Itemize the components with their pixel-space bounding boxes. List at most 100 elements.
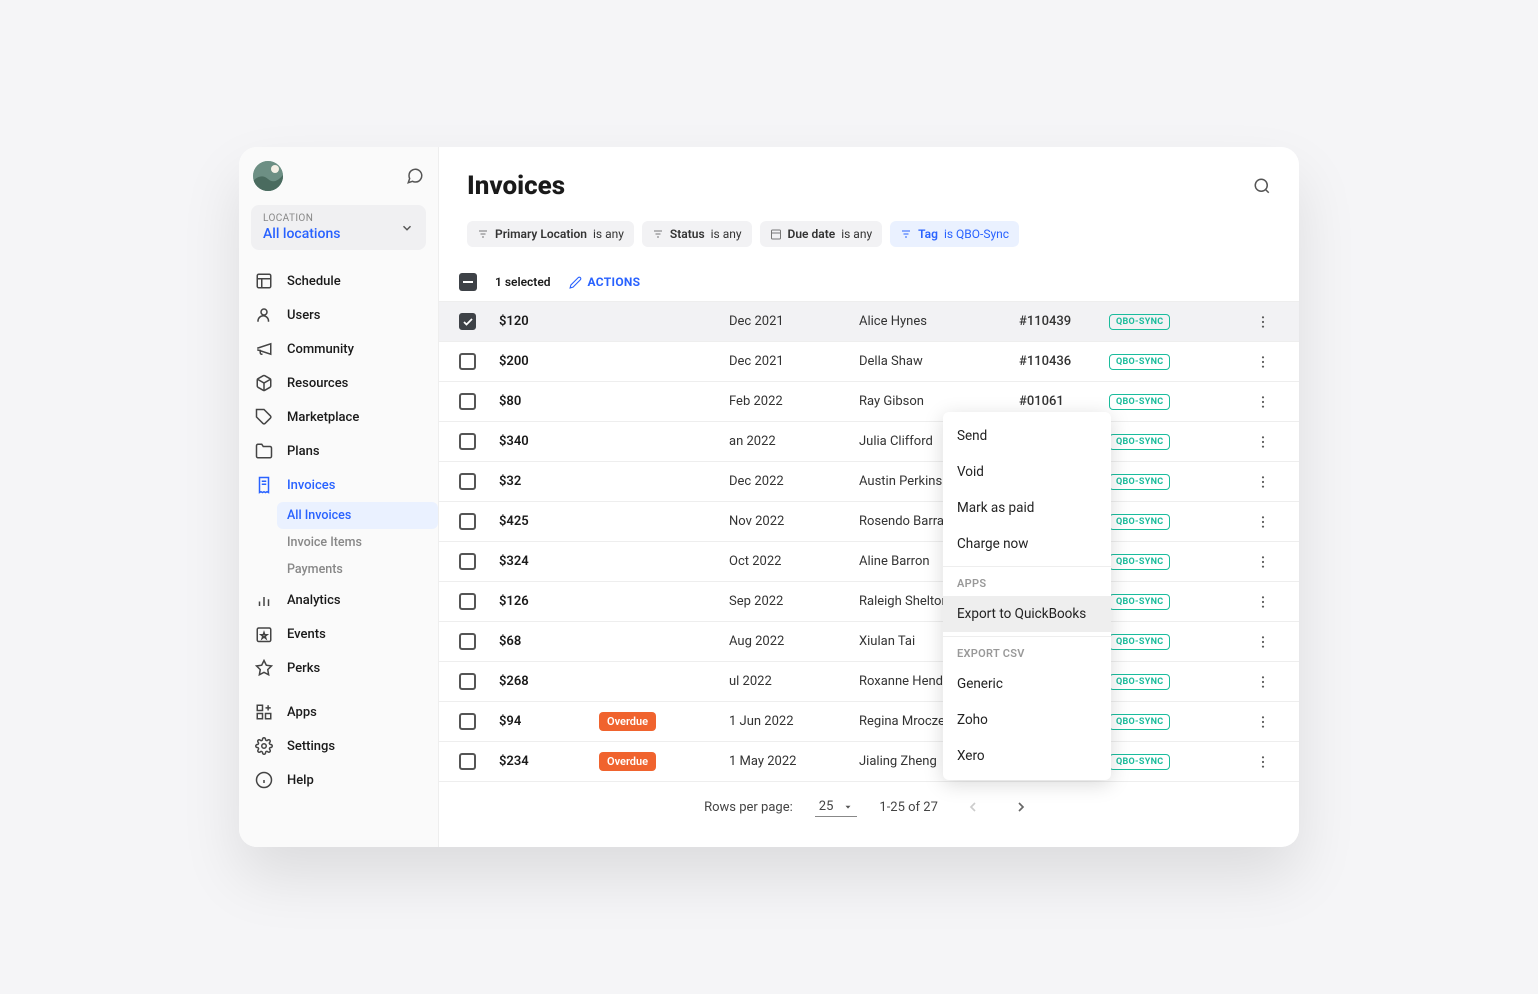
location-value: All locations xyxy=(263,226,414,242)
table-row[interactable]: $32Dec 2022Austin Perkins#01059QBO-SYNC xyxy=(439,462,1299,502)
filter-suffix: is any xyxy=(841,227,872,241)
table-row[interactable]: $120Dec 2021Alice Hynes#110439QBO-SYNC xyxy=(439,302,1299,342)
table-row[interactable]: $126Sep 2022Raleigh Shelton#01056QBO-SYN… xyxy=(439,582,1299,622)
subnav-invoice-items[interactable]: Invoice Items xyxy=(277,529,438,556)
nav-label: Invoices xyxy=(287,478,335,493)
row-checkbox[interactable] xyxy=(459,673,476,690)
cell-amount: $32 xyxy=(499,474,599,489)
row-menu-button[interactable] xyxy=(1255,354,1279,370)
row-menu-button[interactable] xyxy=(1255,714,1279,730)
filter-due[interactable]: Due date is any xyxy=(760,221,883,247)
actions-label: ACTIONS xyxy=(588,275,641,289)
row-menu-button[interactable] xyxy=(1255,634,1279,650)
filter-name: Status xyxy=(670,227,705,241)
row-checkbox[interactable] xyxy=(459,713,476,730)
row-checkbox[interactable] xyxy=(459,433,476,450)
box-icon xyxy=(255,374,273,392)
table-row[interactable]: $425Nov 2022Rosendo Barraza#01058QBO-SYN… xyxy=(439,502,1299,542)
pager-next[interactable] xyxy=(1008,794,1034,820)
dd-export-zoho[interactable]: Zoho xyxy=(943,702,1111,738)
nav-community[interactable]: Community xyxy=(239,332,438,366)
dd-export-xero[interactable]: Xero xyxy=(943,738,1111,774)
table-row[interactable]: $234Overdue1 May 2022Jialing Zheng#01052… xyxy=(439,742,1299,782)
cell-tag: QBO-SYNC xyxy=(1109,313,1255,330)
cell-amount: $94 xyxy=(499,714,599,729)
avatar[interactable] xyxy=(253,161,283,191)
cell-tag: QBO-SYNC xyxy=(1109,353,1255,370)
row-checkbox[interactable] xyxy=(459,553,476,570)
qbo-sync-tag: QBO-SYNC xyxy=(1109,354,1170,370)
row-checkbox[interactable] xyxy=(459,753,476,770)
main: Invoices Primary Location is any Status … xyxy=(439,147,1299,847)
cell-tag: QBO-SYNC xyxy=(1109,673,1255,690)
row-menu-button[interactable] xyxy=(1255,754,1279,770)
mass-checkbox[interactable] xyxy=(459,273,477,291)
filter-suffix: is any xyxy=(711,227,742,241)
row-menu-button[interactable] xyxy=(1255,674,1279,690)
actions-button[interactable]: ACTIONS xyxy=(569,275,641,289)
table-row[interactable]: $94Overdue1 Jun 2022Regina Mroczek#01053… xyxy=(439,702,1299,742)
nav-schedule[interactable]: Schedule xyxy=(239,264,438,298)
chevron-down-icon xyxy=(400,221,414,235)
rows-per-page-select[interactable]: 25 xyxy=(815,797,858,817)
nav-apps[interactable]: Apps xyxy=(239,695,438,729)
dd-mark-paid[interactable]: Mark as paid xyxy=(943,490,1111,526)
row-menu-button[interactable] xyxy=(1255,594,1279,610)
location-selector[interactable]: LOCATION All locations xyxy=(251,205,426,250)
search-icon[interactable] xyxy=(1253,177,1271,195)
dd-send[interactable]: Send xyxy=(943,418,1111,454)
nav-marketplace[interactable]: Marketplace xyxy=(239,400,438,434)
chat-icon[interactable] xyxy=(406,167,424,185)
row-menu-button[interactable] xyxy=(1255,314,1279,330)
info-icon xyxy=(255,771,273,789)
row-menu-button[interactable] xyxy=(1255,554,1279,570)
nav-label: Marketplace xyxy=(287,410,359,425)
dd-charge[interactable]: Charge now xyxy=(943,526,1111,562)
qbo-sync-tag: QBO-SYNC xyxy=(1109,754,1170,770)
dd-void[interactable]: Void xyxy=(943,454,1111,490)
table-row[interactable]: $200Dec 2021Della Shaw#110436QBO-SYNC xyxy=(439,342,1299,382)
table-row[interactable]: $268ul 2022Roxanne Hendrix#01054QBO-SYNC xyxy=(439,662,1299,702)
row-menu-button[interactable] xyxy=(1255,394,1279,410)
nav-settings[interactable]: Settings xyxy=(239,729,438,763)
location-label: LOCATION xyxy=(263,213,414,224)
table-row[interactable]: $340an 2022Julia Clifford#01060QBO-SYNC xyxy=(439,422,1299,462)
dd-export-quickbooks[interactable]: Export to QuickBooks xyxy=(943,596,1111,632)
subnav-all-invoices[interactable]: All Invoices xyxy=(277,502,438,529)
qbo-sync-tag: QBO-SYNC xyxy=(1109,474,1170,490)
nav-help[interactable]: Help xyxy=(239,763,438,797)
row-checkbox[interactable] xyxy=(459,633,476,650)
nav-invoices[interactable]: Invoices xyxy=(239,468,438,502)
row-checkbox[interactable] xyxy=(459,353,476,370)
layout-icon xyxy=(255,272,273,290)
row-checkbox[interactable] xyxy=(459,313,476,330)
cell-tag: QBO-SYNC xyxy=(1109,753,1255,770)
calendar-icon xyxy=(770,228,782,240)
subnav-payments[interactable]: Payments xyxy=(277,556,438,583)
table-row[interactable]: $324Oct 2022Aline Barron#01057QBO-SYNC xyxy=(439,542,1299,582)
selected-count: 1 selected xyxy=(495,275,551,289)
row-checkbox[interactable] xyxy=(459,393,476,410)
nav-events[interactable]: Events xyxy=(239,617,438,651)
cell-invoice-number: #110436 xyxy=(1019,354,1109,369)
nav-users[interactable]: Users xyxy=(239,298,438,332)
row-menu-button[interactable] xyxy=(1255,434,1279,450)
nav-resources[interactable]: Resources xyxy=(239,366,438,400)
filter-location[interactable]: Primary Location is any xyxy=(467,221,634,247)
filter-name: Tag xyxy=(918,227,938,241)
row-checkbox[interactable] xyxy=(459,593,476,610)
nav-analytics[interactable]: Analytics xyxy=(239,583,438,617)
pager-prev[interactable] xyxy=(960,794,986,820)
nav-label: Help xyxy=(287,773,314,788)
row-menu-button[interactable] xyxy=(1255,474,1279,490)
row-menu-button[interactable] xyxy=(1255,514,1279,530)
dd-export-generic[interactable]: Generic xyxy=(943,666,1111,702)
nav-plans[interactable]: Plans xyxy=(239,434,438,468)
filter-tag[interactable]: Tag is QBO-Sync xyxy=(890,221,1019,247)
nav-perks[interactable]: Perks xyxy=(239,651,438,685)
table-row[interactable]: $68Aug 2022Xiulan Tai#01055QBO-SYNC xyxy=(439,622,1299,662)
row-checkbox[interactable] xyxy=(459,513,476,530)
table-row[interactable]: $80Feb 2022Ray Gibson#01061QBO-SYNC xyxy=(439,382,1299,422)
filter-status[interactable]: Status is any xyxy=(642,221,752,247)
row-checkbox[interactable] xyxy=(459,473,476,490)
